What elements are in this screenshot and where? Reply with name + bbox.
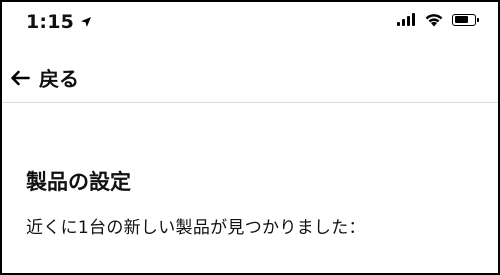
page-title: 製品の設定 <box>26 170 131 194</box>
status-bar: 1:15 <box>2 2 498 46</box>
battery-level <box>454 16 468 23</box>
battery-icon <box>452 13 479 26</box>
arrow-left-icon <box>11 70 30 85</box>
location-arrow-icon <box>81 17 92 27</box>
main-content: 製品の設定 近くに1台の新しい製品が見つかりました： <box>26 168 486 240</box>
description-text: 近くに1台の新しい製品が見つかりました： <box>26 218 366 238</box>
back-label: 戻る <box>39 67 79 91</box>
cellular-signal-icon <box>397 13 417 26</box>
status-time-text: 1:15 <box>26 11 75 33</box>
status-time: 1:15 <box>26 11 92 33</box>
app-screen: 1:15 戻る 製品の設定 近くに1台の新しい製品が見つかりました： <box>0 0 500 275</box>
status-icons <box>397 12 479 27</box>
navigation-bar: 戻る <box>2 54 498 103</box>
wifi-icon <box>425 14 443 27</box>
battery-cap <box>477 17 479 22</box>
back-button[interactable]: 戻る <box>10 63 79 92</box>
